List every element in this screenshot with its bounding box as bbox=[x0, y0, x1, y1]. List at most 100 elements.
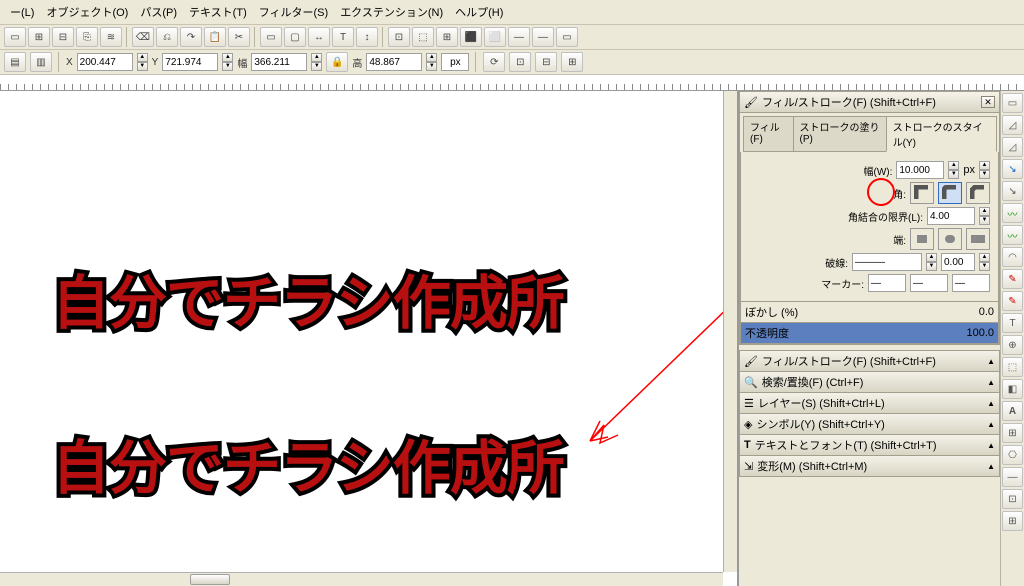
snap-btn-1[interactable]: ◿ bbox=[1002, 115, 1023, 135]
cap-square-button[interactable] bbox=[966, 228, 990, 250]
dock-fillstroke[interactable]: 🖌 フィル/ストローク(F) (Shift+Ctrl+F) ▲ bbox=[739, 350, 1000, 372]
affect-btn-4[interactable]: ⊞ bbox=[561, 52, 583, 72]
close-button[interactable]: ✕ bbox=[981, 96, 995, 108]
tool-btn-8[interactable]: 📋 bbox=[204, 27, 226, 47]
scrollbar-vertical[interactable] bbox=[723, 91, 737, 572]
miter-limit-input[interactable]: 4.00 bbox=[927, 207, 975, 225]
miter-spinner[interactable]: ▲▼ bbox=[979, 207, 990, 225]
tool-btn-16[interactable]: ⬚ bbox=[412, 27, 434, 47]
tool-btn-18[interactable]: ⬛ bbox=[460, 27, 482, 47]
snap-btn-14[interactable]: A bbox=[1002, 401, 1023, 421]
snap-btn-12[interactable]: ⬚ bbox=[1002, 357, 1023, 377]
menu-layer[interactable]: ー(L) bbox=[6, 2, 38, 22]
x-input[interactable] bbox=[77, 53, 133, 71]
canvas-text-1[interactable]: 自分でチラシ作成所 bbox=[52, 256, 564, 340]
tool-btn-5[interactable]: ⌫ bbox=[132, 27, 154, 47]
tool-btn-11[interactable]: ▢ bbox=[284, 27, 306, 47]
marker-start-select[interactable]: — bbox=[868, 274, 906, 292]
dash-spinner[interactable]: ▲▼ bbox=[926, 253, 937, 271]
marker-end-select[interactable]: — bbox=[952, 274, 990, 292]
snap-btn-5[interactable]: 〰 bbox=[1002, 203, 1023, 223]
menu-path[interactable]: パス(P) bbox=[136, 2, 181, 22]
join-bevel-button[interactable] bbox=[966, 182, 990, 204]
tool-btn-17[interactable]: ⊞ bbox=[436, 27, 458, 47]
tool-btn-2[interactable]: ⊟ bbox=[52, 27, 74, 47]
align-btn-1[interactable]: ▤ bbox=[4, 52, 26, 72]
dash-offset-input[interactable]: 0.00 bbox=[941, 253, 975, 271]
unit-select[interactable]: px bbox=[441, 53, 469, 71]
tab-stroke-style[interactable]: ストロークのスタイル(Y) bbox=[886, 116, 997, 152]
lock-aspect-icon[interactable]: 🔒 bbox=[326, 52, 348, 72]
canvas[interactable]: 自分でチラシ作成所 自分でチラシ作成所 bbox=[0, 91, 738, 586]
affect-btn-1[interactable]: ⟳ bbox=[483, 52, 505, 72]
x-spinner[interactable]: ▲▼ bbox=[137, 53, 148, 71]
cap-butt-button[interactable] bbox=[910, 228, 934, 250]
dashoff-spinner[interactable]: ▲▼ bbox=[979, 253, 990, 271]
snap-btn-4[interactable]: ↘ bbox=[1002, 181, 1023, 201]
y-spinner[interactable]: ▲▼ bbox=[222, 53, 233, 71]
dash-pattern-select[interactable]: ——— bbox=[852, 253, 922, 271]
align-btn-2[interactable]: ▥ bbox=[30, 52, 52, 72]
dock-symbols[interactable]: ◈ シンボル(Y) (Shift+Ctrl+Y) ▲ bbox=[739, 413, 1000, 435]
menu-filter[interactable]: フィルター(S) bbox=[255, 2, 332, 22]
scrollbar-thumb[interactable] bbox=[190, 574, 230, 585]
tool-btn-7[interactable]: ↷ bbox=[180, 27, 202, 47]
snap-btn-13[interactable]: ◧ bbox=[1002, 379, 1023, 399]
cap-round-button[interactable] bbox=[938, 228, 962, 250]
blur-value[interactable]: 0.0 bbox=[979, 306, 994, 318]
tool-btn-4[interactable]: ≋ bbox=[100, 27, 122, 47]
opacity-value[interactable]: 100.0 bbox=[966, 327, 994, 339]
dock-transform[interactable]: ⇲ 変形(M) (Shift+Ctrl+M) ▲ bbox=[739, 455, 1000, 477]
tool-btn-1[interactable]: ⊞ bbox=[28, 27, 50, 47]
tab-fill[interactable]: フィル(F) bbox=[743, 116, 794, 152]
snap-btn-17[interactable]: — bbox=[1002, 467, 1023, 487]
y-input[interactable] bbox=[162, 53, 218, 71]
snap-btn-11[interactable]: ⊕ bbox=[1002, 335, 1023, 355]
snap-btn-6[interactable]: 〰 bbox=[1002, 225, 1023, 245]
tool-btn-12[interactable]: ↔ bbox=[308, 27, 330, 47]
marker-mid-select[interactable]: — bbox=[910, 274, 948, 292]
join-round-button[interactable] bbox=[938, 182, 962, 204]
canvas-text-2[interactable]: 自分でチラシ作成所 bbox=[52, 421, 564, 505]
tool-btn-14[interactable]: ↕ bbox=[356, 27, 378, 47]
snap-btn-9[interactable]: ✎ bbox=[1002, 291, 1023, 311]
scrollbar-horizontal[interactable] bbox=[0, 572, 723, 586]
dock-text[interactable]: T テキストとフォント(T) (Shift+Ctrl+T) ▲ bbox=[739, 434, 1000, 456]
tool-btn-22[interactable]: ▭ bbox=[556, 27, 578, 47]
tab-stroke-paint[interactable]: ストロークの塗り(P) bbox=[793, 116, 887, 152]
snap-btn-8[interactable]: ✎ bbox=[1002, 269, 1023, 289]
unit-spinner[interactable]: ▲▼ bbox=[979, 161, 990, 179]
snap-btn-10[interactable]: T bbox=[1002, 313, 1023, 333]
stroke-width-input[interactable]: 10.000 bbox=[896, 161, 944, 179]
tool-btn-3[interactable]: ⎘ bbox=[76, 27, 98, 47]
join-miter-button[interactable] bbox=[910, 182, 934, 204]
tool-btn-0[interactable]: ▭ bbox=[4, 27, 26, 47]
tool-btn-20[interactable]: — bbox=[508, 27, 530, 47]
snap-btn-19[interactable]: ⊞ bbox=[1002, 511, 1023, 531]
snap-btn-18[interactable]: ⊡ bbox=[1002, 489, 1023, 509]
menu-extension[interactable]: エクステンション(N) bbox=[336, 2, 447, 22]
dock-find[interactable]: 🔍 検索/置換(F) (Ctrl+F) ▲ bbox=[739, 371, 1000, 393]
w-spinner[interactable]: ▲▼ bbox=[311, 53, 322, 71]
menu-help[interactable]: ヘルプ(H) bbox=[451, 2, 507, 22]
tool-btn-15[interactable]: ⊡ bbox=[388, 27, 410, 47]
snap-btn-3[interactable]: ↘ bbox=[1002, 159, 1023, 179]
snap-btn-16[interactable]: ⎔ bbox=[1002, 445, 1023, 465]
tool-btn-6[interactable]: ⎌ bbox=[156, 27, 178, 47]
stroke-width-unit[interactable]: px bbox=[963, 164, 975, 176]
h-spinner[interactable]: ▲▼ bbox=[426, 53, 437, 71]
tool-btn-10[interactable]: ▭ bbox=[260, 27, 282, 47]
affect-btn-2[interactable]: ⊡ bbox=[509, 52, 531, 72]
w-input[interactable] bbox=[251, 53, 307, 71]
h-input[interactable] bbox=[366, 53, 422, 71]
snap-btn-2[interactable]: ◿ bbox=[1002, 137, 1023, 157]
tool-btn-21[interactable]: — bbox=[532, 27, 554, 47]
width-spinner[interactable]: ▲▼ bbox=[948, 161, 959, 179]
tool-btn-19[interactable]: ⬜ bbox=[484, 27, 506, 47]
tool-btn-9[interactable]: ✂ bbox=[228, 27, 250, 47]
snap-btn-15[interactable]: ⊞ bbox=[1002, 423, 1023, 443]
snap-btn-7[interactable]: ◠ bbox=[1002, 247, 1023, 267]
menu-object[interactable]: オブジェクト(O) bbox=[42, 2, 132, 22]
tool-btn-text-icon[interactable]: T bbox=[332, 27, 354, 47]
menu-text[interactable]: テキスト(T) bbox=[185, 2, 251, 22]
